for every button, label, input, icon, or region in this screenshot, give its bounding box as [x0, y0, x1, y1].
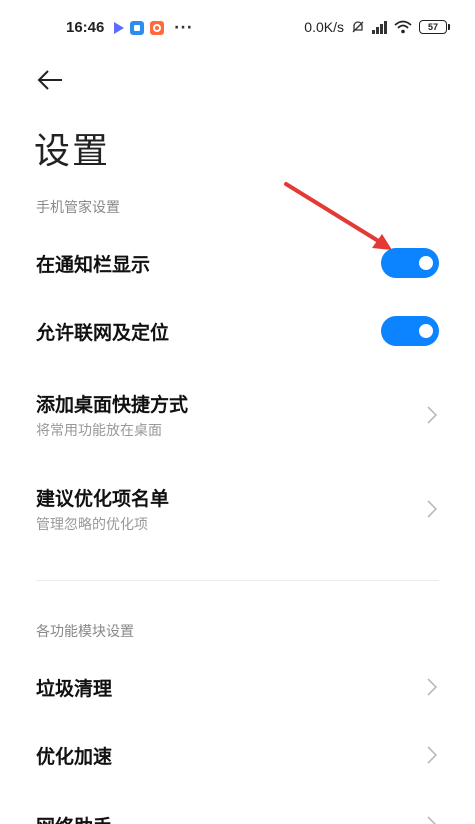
setting-title: 允许联网及定位	[36, 322, 170, 344]
setting-row-network-assistant[interactable]: 网络助手	[0, 798, 475, 824]
signal-icon	[372, 20, 387, 34]
setting-title: 建议优化项名单	[36, 488, 170, 510]
battery-icon: 57	[419, 20, 450, 34]
annotation-arrow-icon	[284, 182, 392, 250]
status-bar: 16:46 ··· 0.0K/s 57	[0, 0, 475, 56]
section-label-modules: 各功能模块设置	[36, 624, 134, 640]
page-title: 设置	[34, 131, 111, 172]
setting-row-allow-network[interactable]: 允许联网及定位	[0, 304, 475, 360]
wifi-icon	[394, 20, 412, 34]
video-app-icon	[114, 22, 124, 34]
setting-title: 在通知栏显示	[36, 254, 151, 276]
setting-subtitle: 管理忽略的优化项	[36, 517, 148, 533]
back-button[interactable]	[36, 66, 66, 94]
status-app-icons: ···	[114, 20, 193, 36]
setting-row-junk-cleaner[interactable]: 垃圾清理	[0, 660, 475, 716]
chevron-right-icon	[427, 816, 437, 824]
chevron-right-icon	[427, 678, 438, 696]
chevron-right-icon	[427, 406, 438, 424]
setting-row-show-in-notification[interactable]: 在通知栏显示	[0, 236, 475, 292]
setting-row-desktop-shortcut[interactable]: 添加桌面快捷方式 将常用功能放在桌面	[0, 380, 475, 450]
setting-row-optimization-list[interactable]: 建议优化项名单 管理忽略的优化项	[0, 474, 475, 544]
chevron-right-icon	[427, 746, 438, 764]
section-divider	[36, 580, 439, 581]
status-right: 0.0K/s 57	[304, 19, 450, 35]
setting-subtitle: 将常用功能放在桌面	[36, 423, 162, 439]
setting-title: 垃圾清理	[36, 678, 113, 700]
more-notifications-icon: ···	[174, 20, 193, 36]
mute-icon	[352, 21, 364, 33]
net-speed: 0.0K/s	[304, 19, 344, 35]
section-label-phone-manager: 手机管家设置	[36, 200, 120, 216]
setting-title: 优化加速	[36, 746, 113, 768]
network-location-toggle[interactable]	[381, 316, 439, 346]
setting-title: 添加桌面快捷方式	[36, 394, 189, 416]
status-time: 16:46	[66, 19, 105, 36]
toggle-knob	[419, 324, 433, 338]
blue-app-icon	[130, 21, 144, 35]
setting-row-speed-boost[interactable]: 优化加速	[0, 728, 475, 784]
setting-title: 网络助手	[36, 812, 112, 824]
back-arrow-icon	[37, 70, 62, 90]
toggle-knob	[419, 256, 433, 270]
chevron-right-icon	[427, 500, 438, 518]
orange-app-icon	[150, 21, 164, 35]
